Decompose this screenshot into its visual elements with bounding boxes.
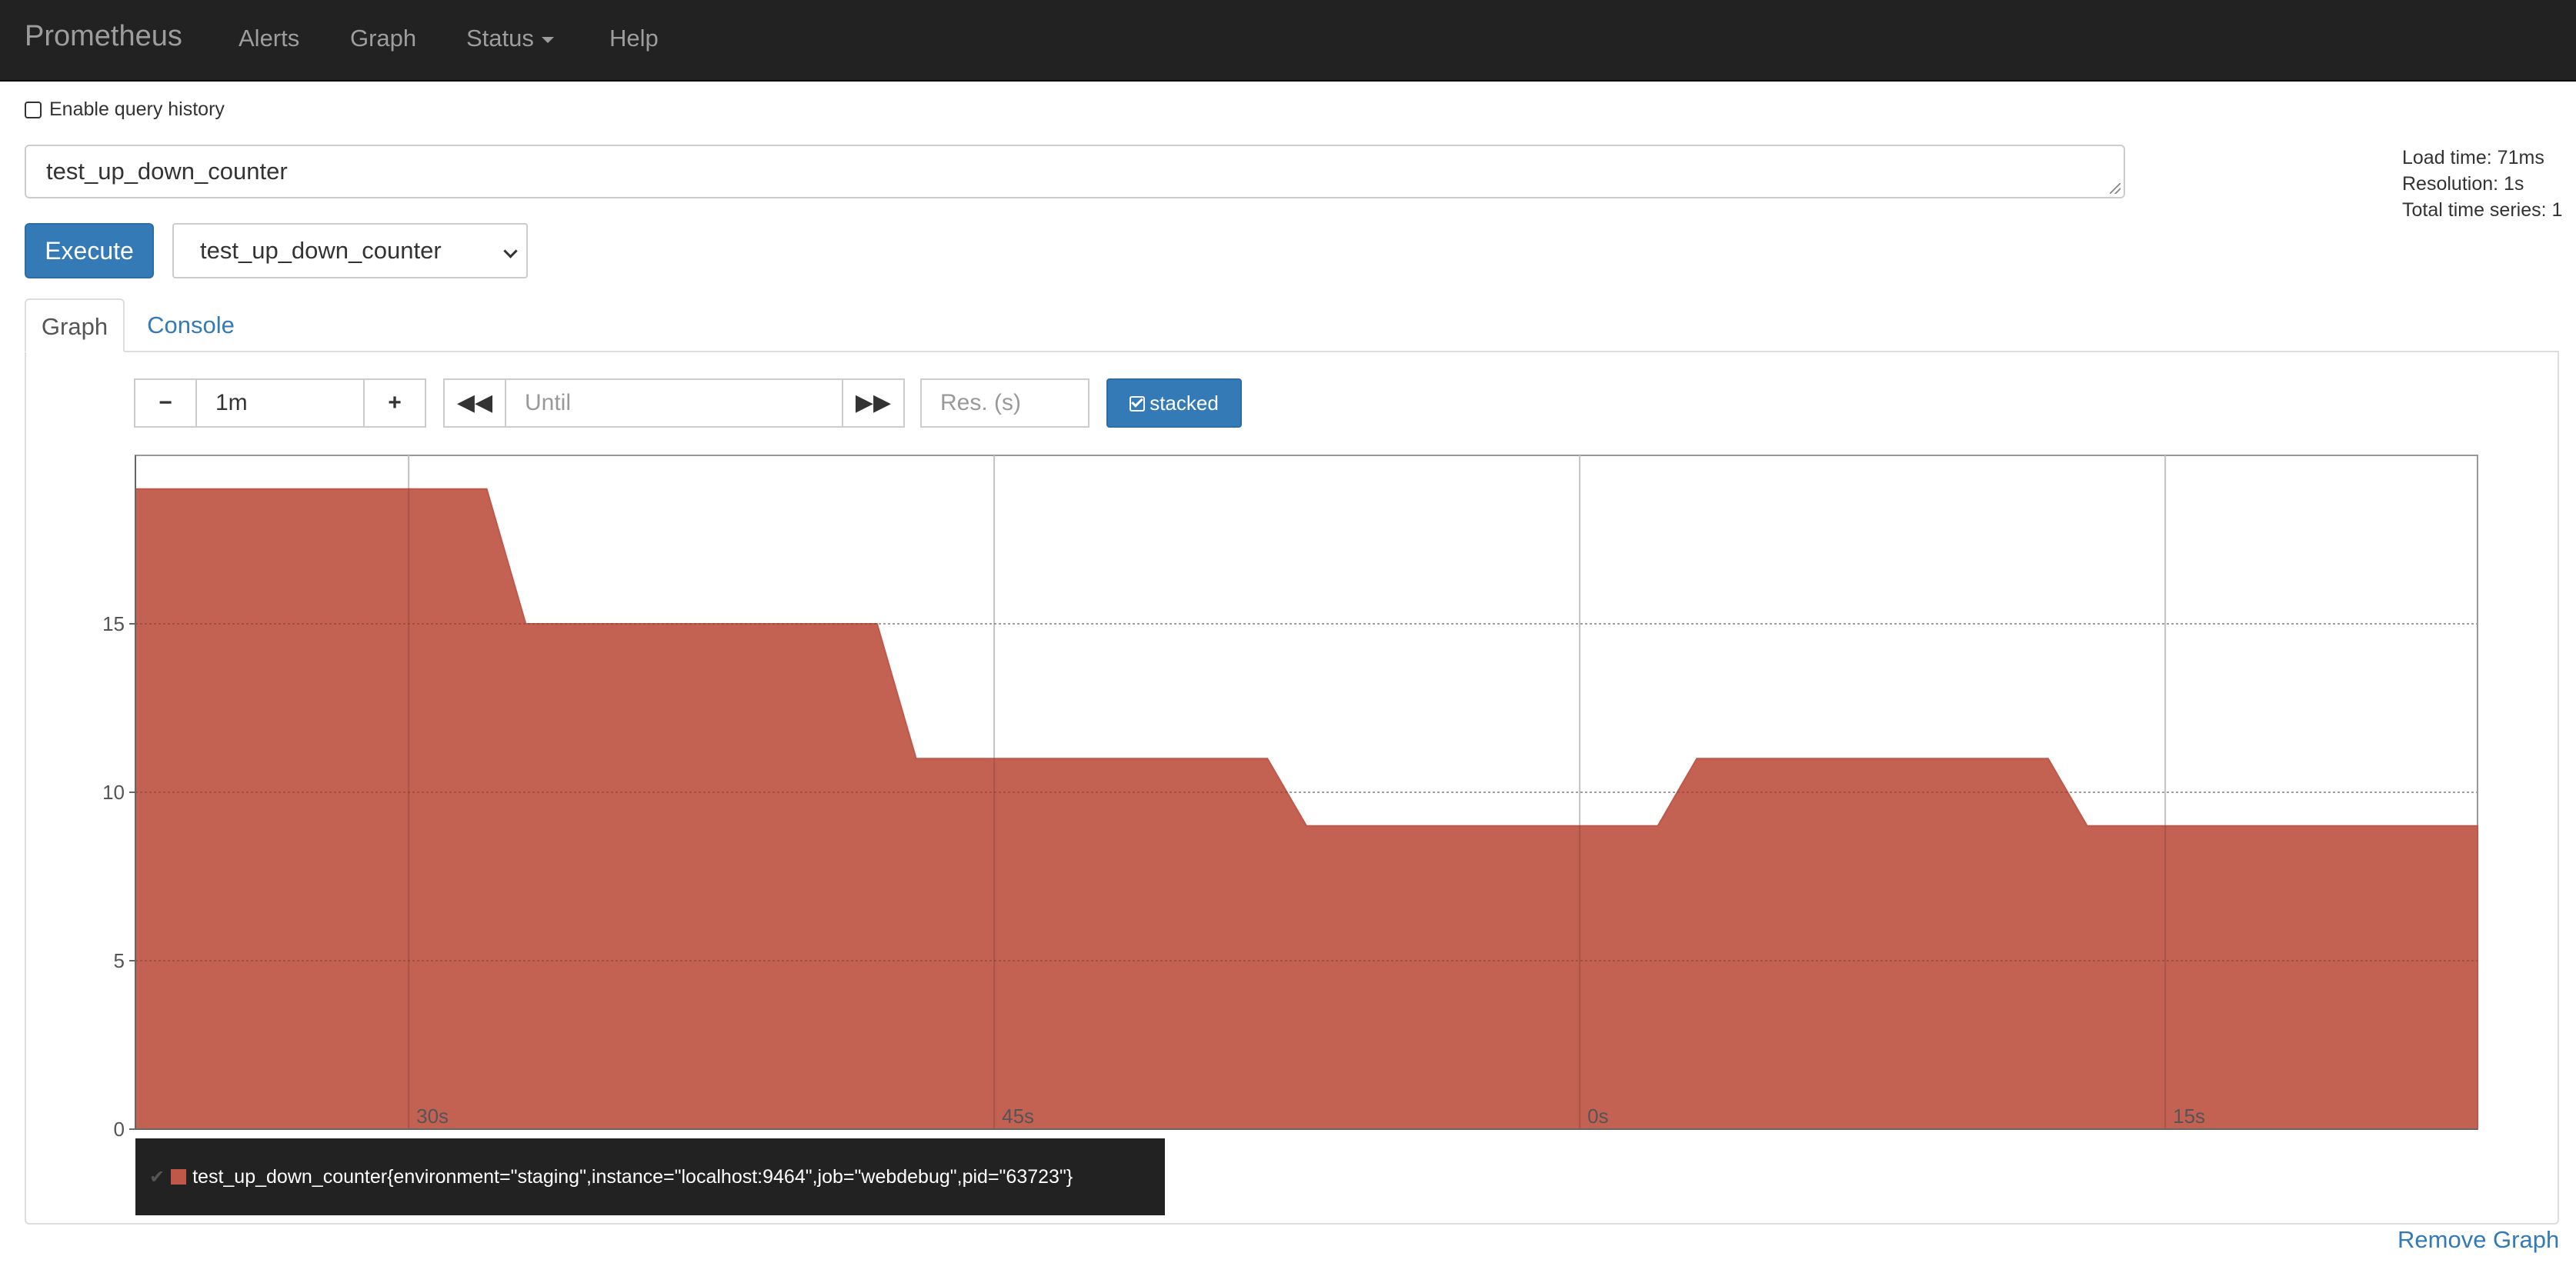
- y-tick-label-0: 0: [114, 1118, 125, 1141]
- series-swatch: [171, 1169, 187, 1185]
- check-icon[interactable]: ✔: [149, 1167, 165, 1188]
- remove-graph-link[interactable]: Remove Graph: [2397, 1226, 2559, 1254]
- y-tick-label-1: 5: [114, 949, 125, 972]
- legend-series-label[interactable]: test_up_down_counter{environment="stagin…: [192, 1166, 1073, 1188]
- x-tick-label-1: 45s: [1002, 1105, 1034, 1128]
- graph-chart[interactable]: 0 5 10 15 30s 45s 0s 15s: [0, 0, 2576, 1263]
- graph-legend: ✔ test_up_down_counter{environment="stagi…: [135, 1138, 1165, 1215]
- y-tick-label-3: 15: [102, 612, 125, 635]
- x-tick-label-3: 15s: [2173, 1105, 2205, 1128]
- x-tick-label-2: 0s: [1587, 1105, 1608, 1128]
- y-tick-label-2: 10: [102, 781, 125, 804]
- tab-graph[interactable]: Graph: [25, 298, 125, 352]
- x-tick-label-0: 30s: [416, 1105, 449, 1128]
